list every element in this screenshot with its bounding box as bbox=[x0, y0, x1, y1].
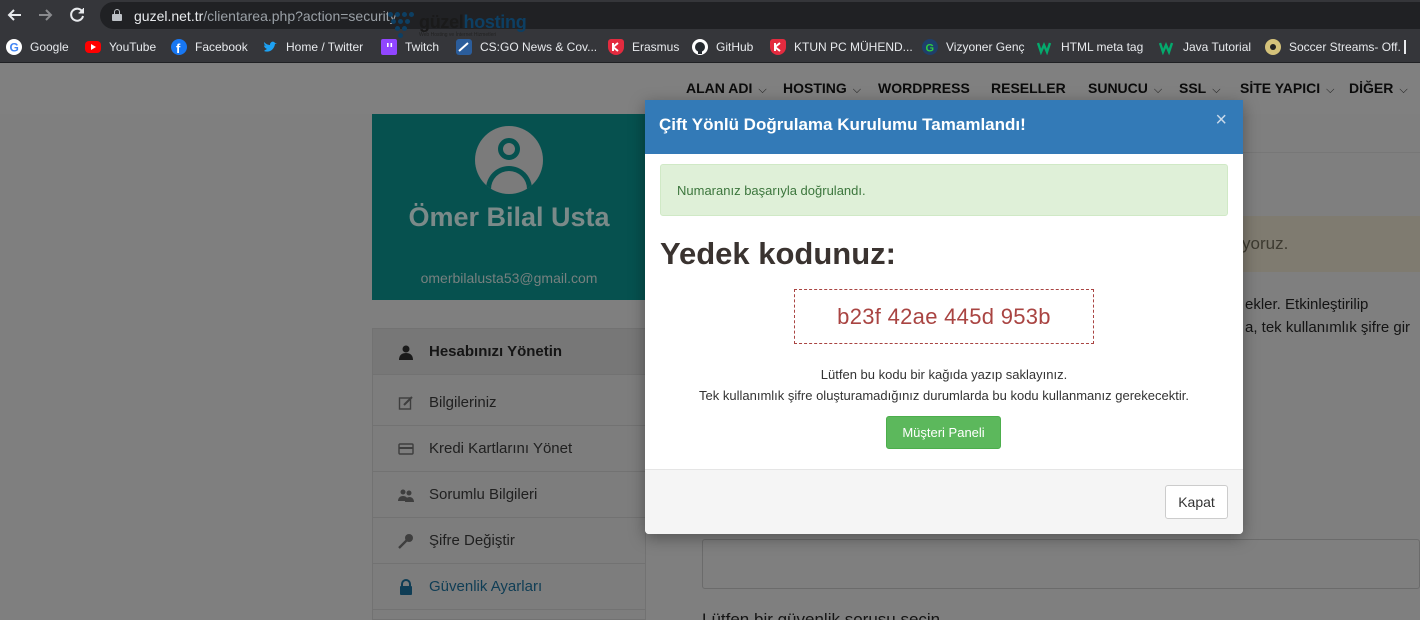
youtube-icon bbox=[85, 41, 101, 53]
sidebar-item-kredi-kartlari[interactable]: Kredi Kartlarını Yönet bbox=[373, 426, 645, 472]
success-message: Numaranız başarıyla doğrulandı. bbox=[677, 183, 866, 198]
instruction-line1: Lütfen bu kodu bir kağıda yazıp saklayın… bbox=[820, 367, 1068, 382]
bookmark-google[interactable]: G Google bbox=[6, 38, 69, 56]
svg-text:f: f bbox=[176, 41, 181, 55]
nav-sunucu[interactable]: SUNUCU ⌵ bbox=[1088, 80, 1162, 97]
bookmarks-bar: G Google YouTube f Facebook Home / Twitt… bbox=[0, 31, 1420, 63]
erasmus-icon bbox=[608, 39, 624, 55]
bookmarks-overflow[interactable] bbox=[1400, 37, 1414, 57]
user-icon bbox=[398, 344, 414, 360]
chevron-down-icon: ⌵ bbox=[758, 84, 767, 96]
profile-name: Ömer Bilal Usta bbox=[408, 202, 610, 232]
github-icon bbox=[692, 39, 708, 55]
modal-footer: Kapat bbox=[645, 469, 1243, 534]
logo-tagline: Web Hosting ve İnternet Hizmetleri bbox=[419, 32, 497, 38]
ktun-icon bbox=[770, 39, 786, 55]
client-panel-button[interactable]: Müşteri Paneli bbox=[886, 416, 1001, 449]
profile-card: Ömer Bilal Usta omerbilalusta53@gmail.co… bbox=[372, 114, 646, 300]
bookmark-html-meta[interactable]: HTML meta tag bbox=[1036, 38, 1143, 56]
lock-icon bbox=[398, 578, 414, 595]
nav-hosting[interactable]: HOSTING ⌵ bbox=[783, 80, 861, 97]
users-icon bbox=[398, 487, 414, 503]
modal-title: Çift Yönlü Doğrulama Kurulumu Tamamlandı… bbox=[659, 115, 1026, 134]
bookmark-twitter[interactable]: Home / Twitter bbox=[262, 38, 363, 56]
logo-mark-icon bbox=[388, 12, 414, 38]
backup-code-heading: Yedek kodunuz: bbox=[660, 236, 896, 271]
nav-wordpress[interactable]: WORDPRESS bbox=[878, 80, 970, 96]
twitter-icon bbox=[262, 39, 278, 55]
modal-header: Çift Yönlü Doğrulama Kurulumu Tamamlandı… bbox=[645, 100, 1243, 154]
vizyoner-icon: G bbox=[922, 39, 938, 55]
twofa-complete-modal: Çift Yönlü Doğrulama Kurulumu Tamamlandı… bbox=[645, 100, 1243, 534]
sidebar-item-bilgileriniz[interactable]: Bilgileriniz bbox=[373, 380, 645, 426]
edit-icon bbox=[398, 395, 414, 411]
backup-code-box: b23f 42ae 445d 953b bbox=[794, 289, 1094, 344]
close-icon[interactable]: × bbox=[1215, 110, 1227, 130]
svg-text:G: G bbox=[926, 43, 935, 55]
svg-text:G: G bbox=[10, 41, 19, 55]
bookmark-java-tutorial[interactable]: Java Tutorial bbox=[1158, 38, 1251, 56]
bookmark-soccer-streams[interactable]: Soccer Streams- Off... bbox=[1265, 38, 1407, 56]
key-icon bbox=[398, 533, 414, 549]
sidebar-item-guvenlik-ayarlari[interactable]: Güvenlik Ayarları bbox=[373, 564, 645, 610]
back-arrow-icon[interactable] bbox=[4, 4, 26, 26]
profile-email: omerbilalusta53@gmail.com bbox=[420, 270, 598, 286]
chevron-down-icon: ⌵ bbox=[1399, 84, 1408, 96]
instruction-line2: Tek kullanımlık şifre oluşturamadığınız … bbox=[699, 388, 1189, 403]
bookmark-youtube[interactable]: YouTube bbox=[85, 38, 156, 56]
nav-ssl[interactable]: SSL ⌵ bbox=[1179, 80, 1221, 97]
chevron-down-icon: ⌵ bbox=[1153, 84, 1163, 96]
reload-icon[interactable] bbox=[66, 4, 88, 26]
sidebar-item-sorumlu-bilgileri[interactable]: Sorumlu Bilgileri bbox=[373, 472, 645, 518]
nav-site-yapici[interactable]: SİTE YAPICI ⌵ bbox=[1240, 80, 1335, 97]
lock-icon[interactable] bbox=[112, 9, 122, 21]
google-icon: G bbox=[6, 39, 22, 55]
nav-diger[interactable]: DİĞER ⌵ bbox=[1349, 80, 1408, 97]
close-button[interactable]: Kapat bbox=[1165, 485, 1228, 519]
w3-icon bbox=[1158, 39, 1175, 56]
w3-icon bbox=[1036, 39, 1053, 56]
bookmark-facebook[interactable]: f Facebook bbox=[171, 38, 248, 56]
twofa-description-line2: a, tek kullanımlık şifre gir bbox=[1245, 319, 1411, 336]
soccer-ball-icon bbox=[1265, 39, 1281, 55]
bookmark-github[interactable]: GitHub bbox=[692, 38, 753, 56]
guzelhosting-logo[interactable]: güzelhosting Web Hosting ve İnternet Hiz… bbox=[388, 12, 527, 42]
url-text: guzel.net.tr/clientarea.php?action=secur… bbox=[134, 8, 397, 24]
twofa-description-line1: ekler. Etkinleştirilip bbox=[1245, 296, 1369, 313]
sidebar-header: Hesabınızı Yönetin bbox=[373, 329, 645, 375]
credit-card-icon bbox=[398, 441, 414, 457]
chevron-down-icon: ⌵ bbox=[1326, 84, 1335, 96]
nav-reseller[interactable]: RESELLER bbox=[991, 80, 1066, 96]
security-question-label: Lütfen bir güvenlik sorusu seçin bbox=[702, 610, 941, 620]
facebook-icon: f bbox=[171, 39, 187, 56]
bookmark-erasmus[interactable]: Erasmus bbox=[608, 38, 679, 56]
forward-arrow-icon[interactable] bbox=[34, 4, 56, 26]
avatar-icon bbox=[475, 126, 543, 194]
success-alert: Numaranız başarıyla doğrulandı. bbox=[660, 164, 1228, 216]
chevron-down-icon: ⌵ bbox=[852, 84, 862, 96]
backup-code-value: b23f 42ae 445d 953b bbox=[837, 304, 1051, 329]
bookmark-vizyoner[interactable]: G Vizyoner Genç bbox=[922, 38, 1025, 56]
sidebar-item-sifre-degistir[interactable]: Şifre Değiştir bbox=[373, 518, 645, 564]
address-bar[interactable]: guzel.net.tr/clientarea.php?action=secur… bbox=[100, 2, 1420, 29]
bookmark-ktun[interactable]: KTUN PC MÜHEND... bbox=[770, 38, 913, 56]
logo-text: güzelhosting bbox=[419, 12, 527, 32]
account-sidebar: Hesabınızı Yönetin Bilgileriniz Kredi Ka… bbox=[372, 328, 646, 620]
chevron-down-icon: ⌵ bbox=[1212, 84, 1221, 96]
browser-toolbar: guzel.net.tr/clientarea.php?action=secur… bbox=[0, 0, 1420, 31]
nav-alan-adi[interactable]: ALAN ADI ⌵ bbox=[686, 80, 767, 97]
security-input[interactable] bbox=[702, 539, 1420, 589]
